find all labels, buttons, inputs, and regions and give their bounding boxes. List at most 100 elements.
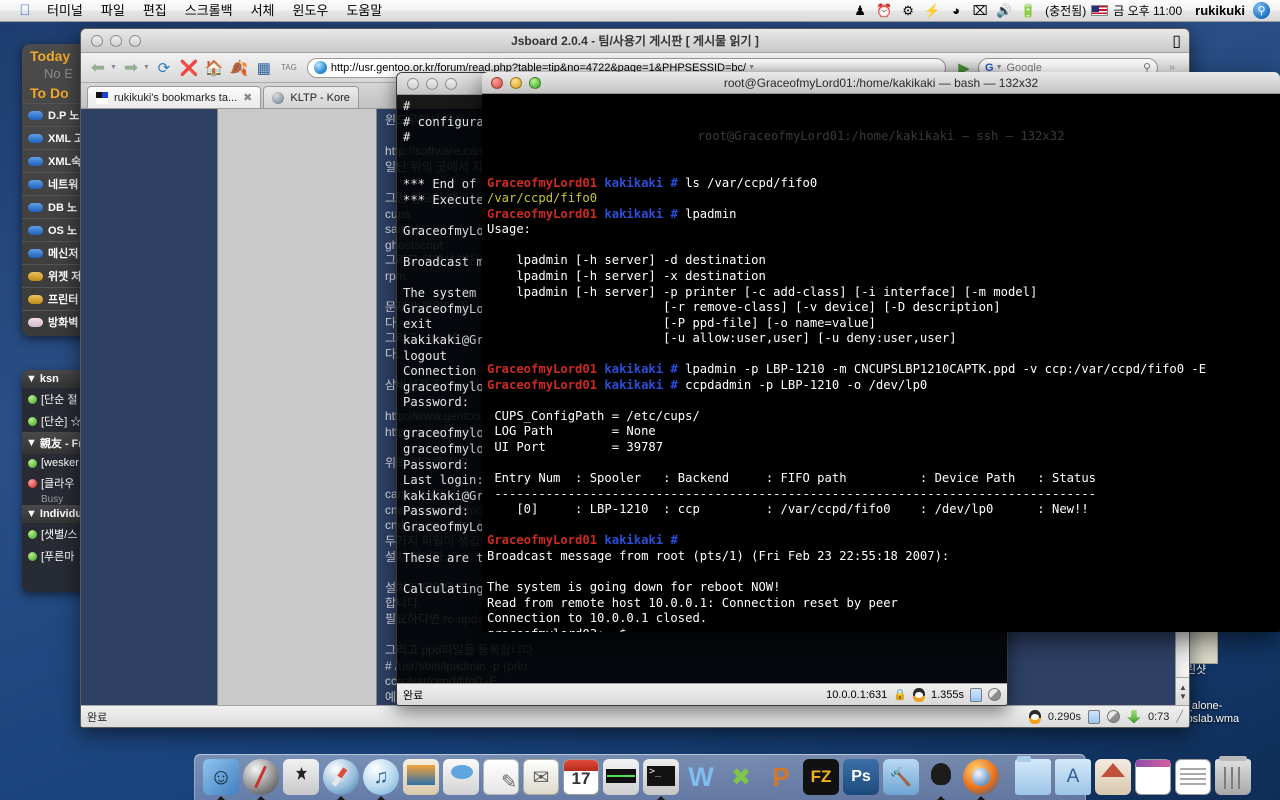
bolt-icon[interactable]: ⚡ [920,3,944,19]
forward-history-chevron-icon[interactable]: ▼ [143,64,150,71]
search-engine-chevron-icon[interactable]: ▼ [996,64,1003,71]
bookmark-leaf-icon[interactable]: 🍂 [228,57,250,79]
airport-wifi-icon[interactable]: ◕ [944,3,968,18]
url-dropdown-chevron-icon[interactable]: ▼ [748,64,755,71]
stop-icon[interactable]: ❌ [178,57,200,79]
scroll-down-icon[interactable]: ▼ [1179,692,1187,701]
gears-icon[interactable]: ⚙ [896,3,920,19]
word-icon [683,759,719,795]
minimize-button[interactable] [426,77,438,90]
dock-item-finder[interactable] [201,758,241,800]
close-button[interactable] [91,34,103,47]
menu-item-help[interactable]: 도움말 [337,0,391,22]
tag-icon[interactable]: TAG [278,57,300,79]
terminal-front-output[interactable]: root@GraceofmyLord01:/home/kakikaki — ss… [482,94,1280,632]
todo-label: OS 노 [48,225,78,237]
privacy-icon[interactable] [988,688,1001,701]
dock-item-powerpoint[interactable] [761,758,801,800]
resize-grip-icon[interactable]: ╱ [1176,710,1183,723]
back-history-chevron-icon[interactable]: ▼ [110,64,117,71]
dock-item-dashboard[interactable] [241,758,281,800]
terminal-front-titlebar[interactable]: root@GraceofmyLord01:/home/kakikaki — ba… [482,72,1280,94]
popup-blocker-icon[interactable] [970,687,982,702]
menu-item-window[interactable]: 윈도우 [284,0,338,22]
zoom-button[interactable] [445,77,457,90]
menu-item-scrollback[interactable]: 스크롤백 [176,0,242,22]
bluetooth-device-icon[interactable]: ♟ [848,3,872,19]
dock-item-textedit[interactable] [481,758,521,800]
dock-item-terminal[interactable] [641,758,681,800]
dock-item-iphoto[interactable] [401,758,441,800]
bluetooth-icon[interactable]: ⌧ [968,3,992,19]
dock-item-excel[interactable] [721,758,761,800]
alarm-clock-icon[interactable]: ⏰ [872,3,896,19]
todo-label: 메신저 [48,248,79,260]
bookmarks-icon [96,91,108,104]
window-controls[interactable] [482,76,541,89]
close-icon[interactable]: ✖ [243,91,252,104]
home-icon[interactable]: 🏠 [203,57,225,79]
dock-item-ical[interactable] [561,758,601,800]
battery-icon[interactable]: 🔋 [1016,3,1040,19]
dock-item-applications-folder[interactable] [1053,758,1093,800]
terminal-window-front[interactable]: root@GraceofmyLord01:/home/kakikaki — ba… [482,72,1280,632]
tab-kltp[interactable]: KLTP - Kore [263,86,359,108]
back-arrow-icon[interactable]: ⬅ [87,57,109,79]
menu-item-terminal[interactable]: 터미널 [38,0,92,22]
dock-item-firefox[interactable] [961,758,1001,800]
dock-item-document-list[interactable] [1173,758,1213,800]
toolbar-toggle-button[interactable]: ▯ [1172,31,1189,51]
dock-apps[interactable] [201,758,1001,800]
todo-label: DB 노 [48,202,78,214]
dock-item-mail[interactable] [521,758,561,800]
dock-files[interactable] [1013,756,1253,800]
zoom-button[interactable] [529,76,541,89]
priority-pill-icon [28,271,43,281]
dock-item-thief[interactable] [921,758,961,800]
dock-item-photoshop[interactable] [841,758,881,800]
scroll-up-icon[interactable]: ▲ [1179,683,1187,692]
dock-item-safari[interactable] [321,758,361,800]
close-button[interactable] [491,76,503,89]
dock-item-system-preferences[interactable] [281,758,321,800]
dock-item-filezilla[interactable] [801,758,841,800]
dock-item-activity-monitor[interactable] [601,758,641,800]
dock-item-documents-folder[interactable] [1013,756,1053,800]
minimize-button[interactable] [110,34,122,47]
search-icon[interactable]: ⚲ [1253,2,1270,19]
apple-logo-icon[interactable]:  [12,2,38,19]
menu-bar:  터미널 파일 편집 스크롤백 서체 윈도우 도움말 ♟ ⏰ ⚙ ⚡ ◕ ⌧ … [0,0,1280,22]
menu-item-edit[interactable]: 편집 [134,0,176,22]
dock-item-document-window[interactable] [1133,758,1173,800]
window-controls[interactable] [397,77,457,90]
download-icon[interactable] [1126,709,1141,724]
forward-arrow-icon[interactable]: ➡ [120,57,142,79]
tabs-icon[interactable]: ▦ [253,57,275,79]
dock-item-xcode[interactable] [881,758,921,800]
running-indicator [217,796,225,800]
reload-icon[interactable]: ⟳ [153,57,175,79]
terminal-line: Usage: [487,222,532,237]
scrollbar-arrows[interactable]: ▲ ▼ [1176,677,1189,705]
dock[interactable] [194,754,1251,800]
menu-item-file[interactable]: 파일 [92,0,134,22]
clock-label[interactable]: 금 오후 11:00 [1108,2,1187,19]
privacy-icon[interactable] [1106,710,1120,723]
menu-item-font[interactable]: 서체 [242,0,284,22]
popup-blocker-icon[interactable] [1087,709,1100,724]
close-button[interactable] [407,77,419,90]
minimize-button[interactable] [510,76,522,89]
window-controls[interactable] [81,34,141,47]
volume-icon[interactable]: 🔊 [992,3,1016,19]
tab-bookmarks[interactable]: rukikuki's bookmarks ta... ✖ [87,86,262,108]
dock-item-idvd[interactable] [441,758,481,800]
browser-window-title: Jsboard 2.0.4 - 팀/사용기 게시판 [ 게시물 읽기 ] [511,34,759,48]
zoom-button[interactable] [129,34,141,47]
dock-item-trash[interactable] [1213,756,1253,800]
dock-item-word[interactable] [681,758,721,800]
user-menu-label[interactable]: rukikuki [1187,3,1253,18]
dock-item-home-folder[interactable] [1093,758,1133,800]
dock-item-itunes[interactable] [361,758,401,800]
us-flag-icon[interactable] [1091,5,1109,16]
browser-titlebar[interactable]: Jsboard 2.0.4 - 팀/사용기 게시판 [ 게시물 읽기 ] ▯ [81,29,1189,53]
